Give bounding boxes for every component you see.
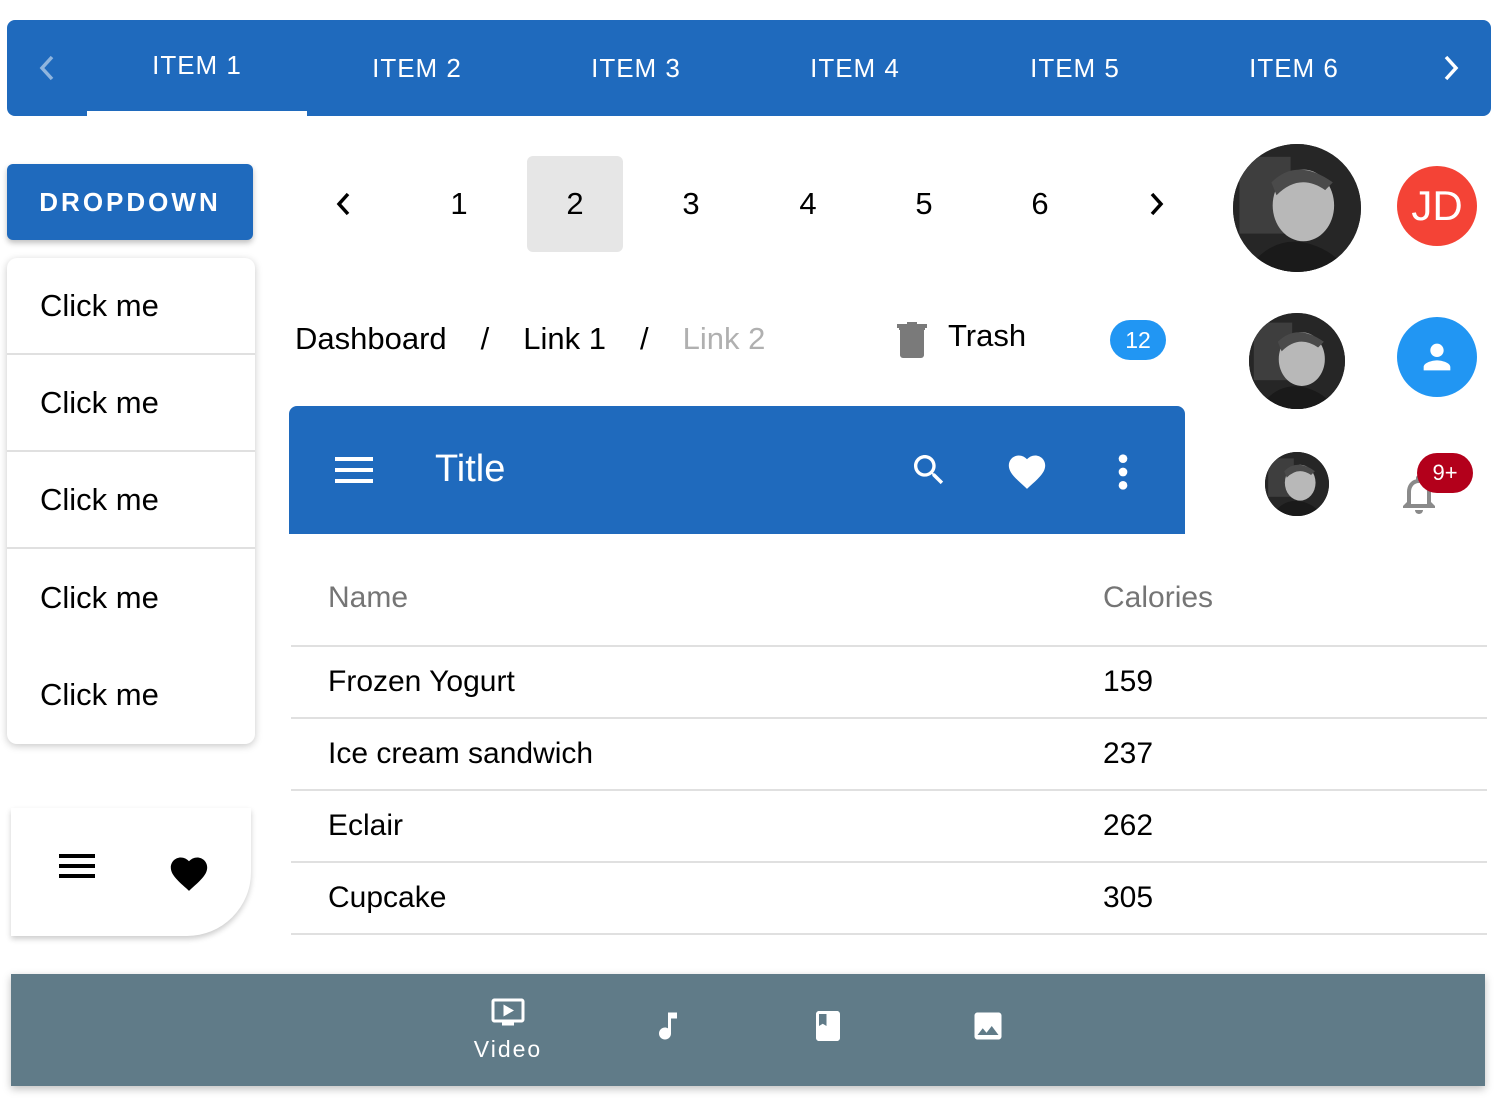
cell-name: Cupcake [328, 881, 447, 914]
breadcrumb-separator: / [640, 321, 649, 356]
cell-name: Frozen Yogurt [328, 665, 515, 698]
menu-item[interactable]: Click me [7, 452, 255, 549]
column-header-name[interactable]: Name [291, 581, 1066, 615]
menu-item[interactable]: Click me [7, 355, 255, 452]
heart-icon[interactable] [1005, 450, 1049, 490]
chevron-left-icon [39, 55, 54, 81]
menu-item[interactable]: Click me [7, 258, 255, 355]
trash-count-badge: 12 [1110, 320, 1166, 360]
cell-name: Eclair [328, 809, 404, 842]
column-header-calories[interactable]: Calories [1066, 581, 1466, 615]
menu-item[interactable]: Click me [7, 646, 255, 743]
music-note-icon [659, 1012, 677, 1040]
tab-item-3[interactable]: ITEM 3 [526, 20, 746, 116]
image-icon [974, 1012, 1002, 1040]
person-photo-icon [1265, 452, 1329, 516]
avatar-photo-medium [1249, 313, 1345, 409]
mini-toolbar [11, 808, 251, 936]
avatar-photo-small [1265, 452, 1329, 516]
dropdown-button[interactable]: DROPDOWN [7, 164, 253, 240]
search-icon[interactable] [909, 450, 949, 490]
cell-calories: 262 [1103, 809, 1154, 842]
breadcrumb-item-link-1[interactable]: Link 1 [523, 321, 606, 357]
table-header: Name Calories [291, 550, 1487, 647]
bottom-nav-music[interactable] [608, 974, 728, 1086]
app-bar: Title [289, 406, 1185, 534]
more-vert-icon[interactable] [1115, 452, 1131, 492]
avatar-person [1397, 317, 1477, 397]
breadcrumb-item-dashboard[interactable]: Dashboard [295, 321, 447, 357]
cell-calories: 159 [1103, 665, 1154, 698]
pagination-next-button[interactable] [1109, 156, 1205, 252]
tab-item-5[interactable]: ITEM 5 [965, 20, 1185, 116]
book-icon [816, 1011, 840, 1041]
avatar-photo-large [1233, 144, 1361, 272]
breadcrumb-separator: / [480, 321, 490, 356]
table-row[interactable]: Ice cream sandwich 237 [291, 719, 1487, 791]
page-button-3[interactable]: 3 [643, 156, 739, 252]
chevron-right-icon [1150, 192, 1164, 216]
table-row[interactable]: Frozen Yogurt 159 [291, 647, 1487, 719]
trash-label[interactable]: Trash [948, 318, 1026, 354]
tab-item-4[interactable]: ITEM 4 [745, 20, 965, 116]
bottom-navigation: Video [11, 974, 1485, 1086]
video-icon [491, 998, 525, 1026]
page-button-4[interactable]: 4 [760, 156, 856, 252]
person-photo-icon [1249, 313, 1345, 409]
tab-scroll-left-button[interactable] [7, 20, 87, 116]
bottom-nav-label: Video [473, 1036, 543, 1062]
tab-scroll-right-button[interactable] [1411, 20, 1491, 116]
tab-item-2[interactable]: ITEM 2 [307, 20, 527, 116]
chevron-left-icon [336, 192, 350, 216]
tab-item-6[interactable]: ITEM 6 [1184, 20, 1404, 116]
pagination-prev-button[interactable] [295, 156, 391, 252]
cell-calories: 305 [1103, 881, 1154, 914]
breadcrumb-item-link-2: Link 2 [682, 321, 766, 356]
bottom-nav-image[interactable] [928, 974, 1048, 1086]
bottom-nav-video[interactable]: Video [448, 974, 568, 1086]
menu-icon[interactable] [59, 854, 95, 880]
table-row[interactable]: Cupcake 305 [291, 863, 1487, 935]
menu-item[interactable]: Click me [7, 549, 255, 646]
heart-icon[interactable] [167, 852, 211, 892]
chevron-right-icon [1444, 55, 1459, 81]
trash-icon[interactable] [897, 320, 927, 358]
page-button-6[interactable]: 6 [992, 156, 1088, 252]
person-photo-icon [1233, 144, 1361, 272]
cell-calories: 237 [1103, 737, 1154, 770]
menu-icon[interactable] [335, 456, 373, 484]
page-button-5[interactable]: 5 [876, 156, 972, 252]
notification-count-badge: 9+ [1417, 453, 1473, 493]
active-tab-indicator [87, 111, 307, 116]
table-row[interactable]: Eclair 262 [291, 791, 1487, 863]
page-button-1[interactable]: 1 [411, 156, 507, 252]
app-bar-title: Title [435, 448, 506, 490]
breadcrumb: Dashboard / Link 1 / Link 2 [295, 318, 765, 360]
person-icon [1423, 343, 1451, 371]
page-button-2[interactable]: 2 [527, 156, 623, 252]
tab-item-1[interactable]: ITEM 1 [87, 20, 307, 116]
data-table: Name Calories Frozen Yogurt 159 Ice crea… [291, 550, 1487, 935]
bottom-nav-book[interactable] [768, 974, 888, 1086]
avatar-initials: JD [1397, 166, 1477, 246]
dropdown-menu: Click me Click me Click me Click me Clic… [7, 258, 255, 744]
tab-bar: ITEM 1 ITEM 2 ITEM 3 ITEM 4 ITEM 5 ITEM … [7, 20, 1491, 116]
cell-name: Ice cream sandwich [328, 737, 594, 770]
